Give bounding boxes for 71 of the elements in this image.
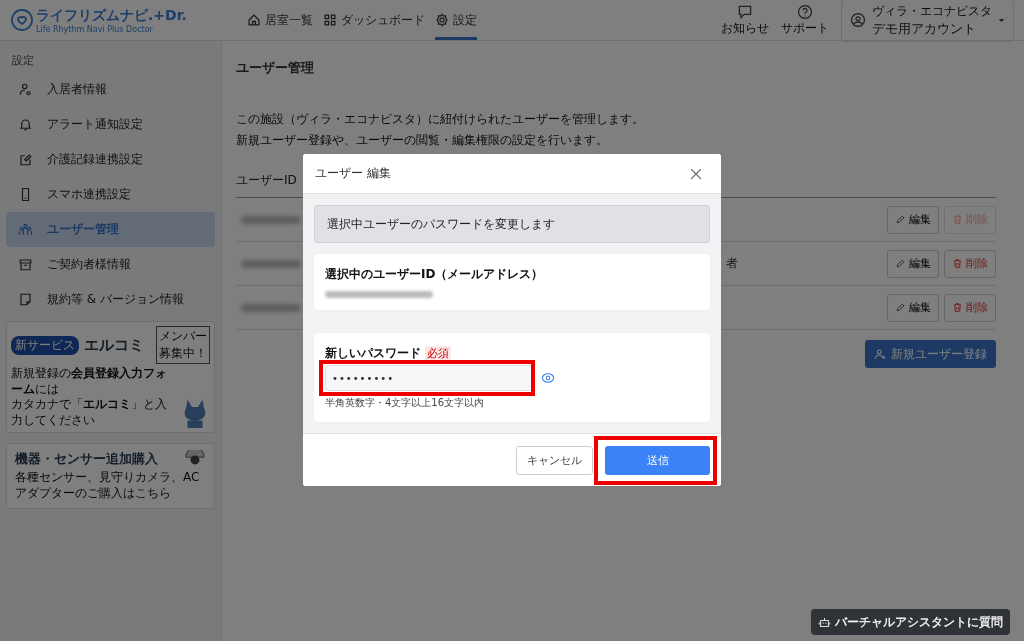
trash-icon — [952, 302, 963, 313]
header-action[interactable]: サポート — [781, 3, 829, 37]
header-action[interactable]: お知らせ — [721, 3, 769, 37]
delete-button[interactable]: 削除 — [944, 293, 996, 322]
logo-text: ライフリズムナビ.+Dr. — [36, 6, 187, 25]
description-text: 新規ユーザー登録や、ユーザーの閲覧・編集権限の設定を行います。 — [236, 132, 609, 149]
notice-text: 選択中ユーザーのパスワードを変更します — [327, 215, 555, 233]
note-edit-icon — [18, 152, 33, 167]
cancel-button[interactable]: キャンセル — [516, 445, 593, 475]
sidebar-item[interactable]: ご契約者様情報 — [6, 247, 215, 282]
promo-text: カタカナで「エルコミ」と入力してください — [11, 397, 168, 429]
new-user-button[interactable]: 新規ユーザー登録 — [865, 340, 996, 368]
people-icon — [18, 222, 33, 237]
sidebar-item[interactable]: 介護記録連携設定 — [6, 142, 215, 177]
robot-icon — [818, 615, 831, 629]
close-icon[interactable] — [689, 166, 703, 181]
dialog-title: ユーザー 編集 — [315, 165, 391, 182]
new-service-badge: 新サービス — [11, 335, 79, 355]
eye-icon[interactable] — [541, 371, 555, 385]
house-icon — [247, 13, 261, 27]
password-field[interactable]: ••••••••• — [325, 365, 533, 391]
document-icon — [18, 292, 33, 307]
chat-icon — [737, 3, 753, 20]
blurred-user-id — [241, 303, 301, 312]
blurred-user-id — [241, 259, 301, 268]
hint-text: 半角英数字・4文字以上16文字以内 — [325, 396, 486, 410]
pencil-icon — [895, 302, 906, 313]
password-label: 新しいパスワード — [325, 345, 421, 362]
bell-icon — [18, 117, 33, 132]
sign-board: メンバー 募集中！ — [156, 326, 210, 364]
purchase-title: 機器・センサー追加購入 — [15, 450, 158, 469]
blurred-user-id — [241, 215, 301, 224]
add-user-icon — [874, 347, 887, 361]
nav-tab[interactable]: 設定 — [435, 0, 477, 40]
assistant-button[interactable]: バーチャルアシスタントに質問 — [811, 609, 1010, 635]
sidebar-item[interactable]: 入居者情報 — [6, 72, 215, 107]
logo-tagline: Life Rhythm Navi Plus Doctor — [36, 24, 154, 34]
page-title: ユーザー管理 — [236, 59, 315, 77]
help-icon — [797, 3, 813, 20]
account-menu[interactable]: ヴィラ・エコナビスタ デモ用アカウント — [841, 0, 1014, 42]
trash-icon — [952, 214, 963, 225]
edit-button[interactable]: 編集 — [887, 205, 939, 234]
caret-icon — [998, 16, 1005, 24]
delete-button[interactable]: 削除 — [944, 249, 996, 278]
grid-icon — [323, 13, 337, 27]
nav-tab[interactable]: ダッシュボード — [323, 0, 425, 40]
user-id-label: 選択中のユーザーID（メールアドレス） — [325, 266, 545, 283]
submit-button[interactable]: 送信 — [605, 445, 710, 475]
purchase-text: 各種センサー、見守りカメラ、ACアダプターのご購入はこちら — [15, 470, 201, 502]
settings-icon — [435, 13, 449, 27]
user-icon — [850, 12, 866, 28]
pencil-icon — [895, 258, 906, 269]
archive-box-icon — [18, 257, 33, 272]
sidebar-item[interactable]: 規約等 & バージョン情報 — [6, 282, 215, 317]
promo-text: 新規登録の会員登録入力フォームには — [11, 366, 168, 398]
edit-button[interactable]: 編集 — [887, 249, 939, 278]
trash-icon — [952, 258, 963, 269]
pencil-icon — [895, 214, 906, 225]
table-cell: 者 — [726, 255, 738, 272]
sidebar-item[interactable]: アラート通知設定 — [6, 107, 215, 142]
purchase-banner[interactable]: 機器・センサー追加購入 各種センサー、見守りカメラ、ACアダプターのご購入はこちら — [6, 443, 215, 509]
column-header: ユーザーID — [236, 173, 297, 187]
nav-tab[interactable]: 居室一覧 — [247, 0, 313, 40]
sidebar-item[interactable]: スマホ連携設定 — [6, 177, 215, 212]
promo-banner[interactable]: 新サービス エルコミ メンバー 募集中！ 新規登録の会員登録入力フォームには カタカナで「エルコミ」と入力してください — [6, 321, 215, 434]
promo-title: エルコミ — [84, 335, 144, 355]
sidebar-heading: 設定 — [12, 53, 35, 68]
description-text: この施設（ヴィラ・エコナビスタ）に紐付けられたユーザーを管理します。 — [236, 111, 645, 128]
person-icon — [18, 82, 33, 97]
edit-button[interactable]: 編集 — [887, 293, 939, 322]
heart-logo-icon — [10, 8, 34, 32]
